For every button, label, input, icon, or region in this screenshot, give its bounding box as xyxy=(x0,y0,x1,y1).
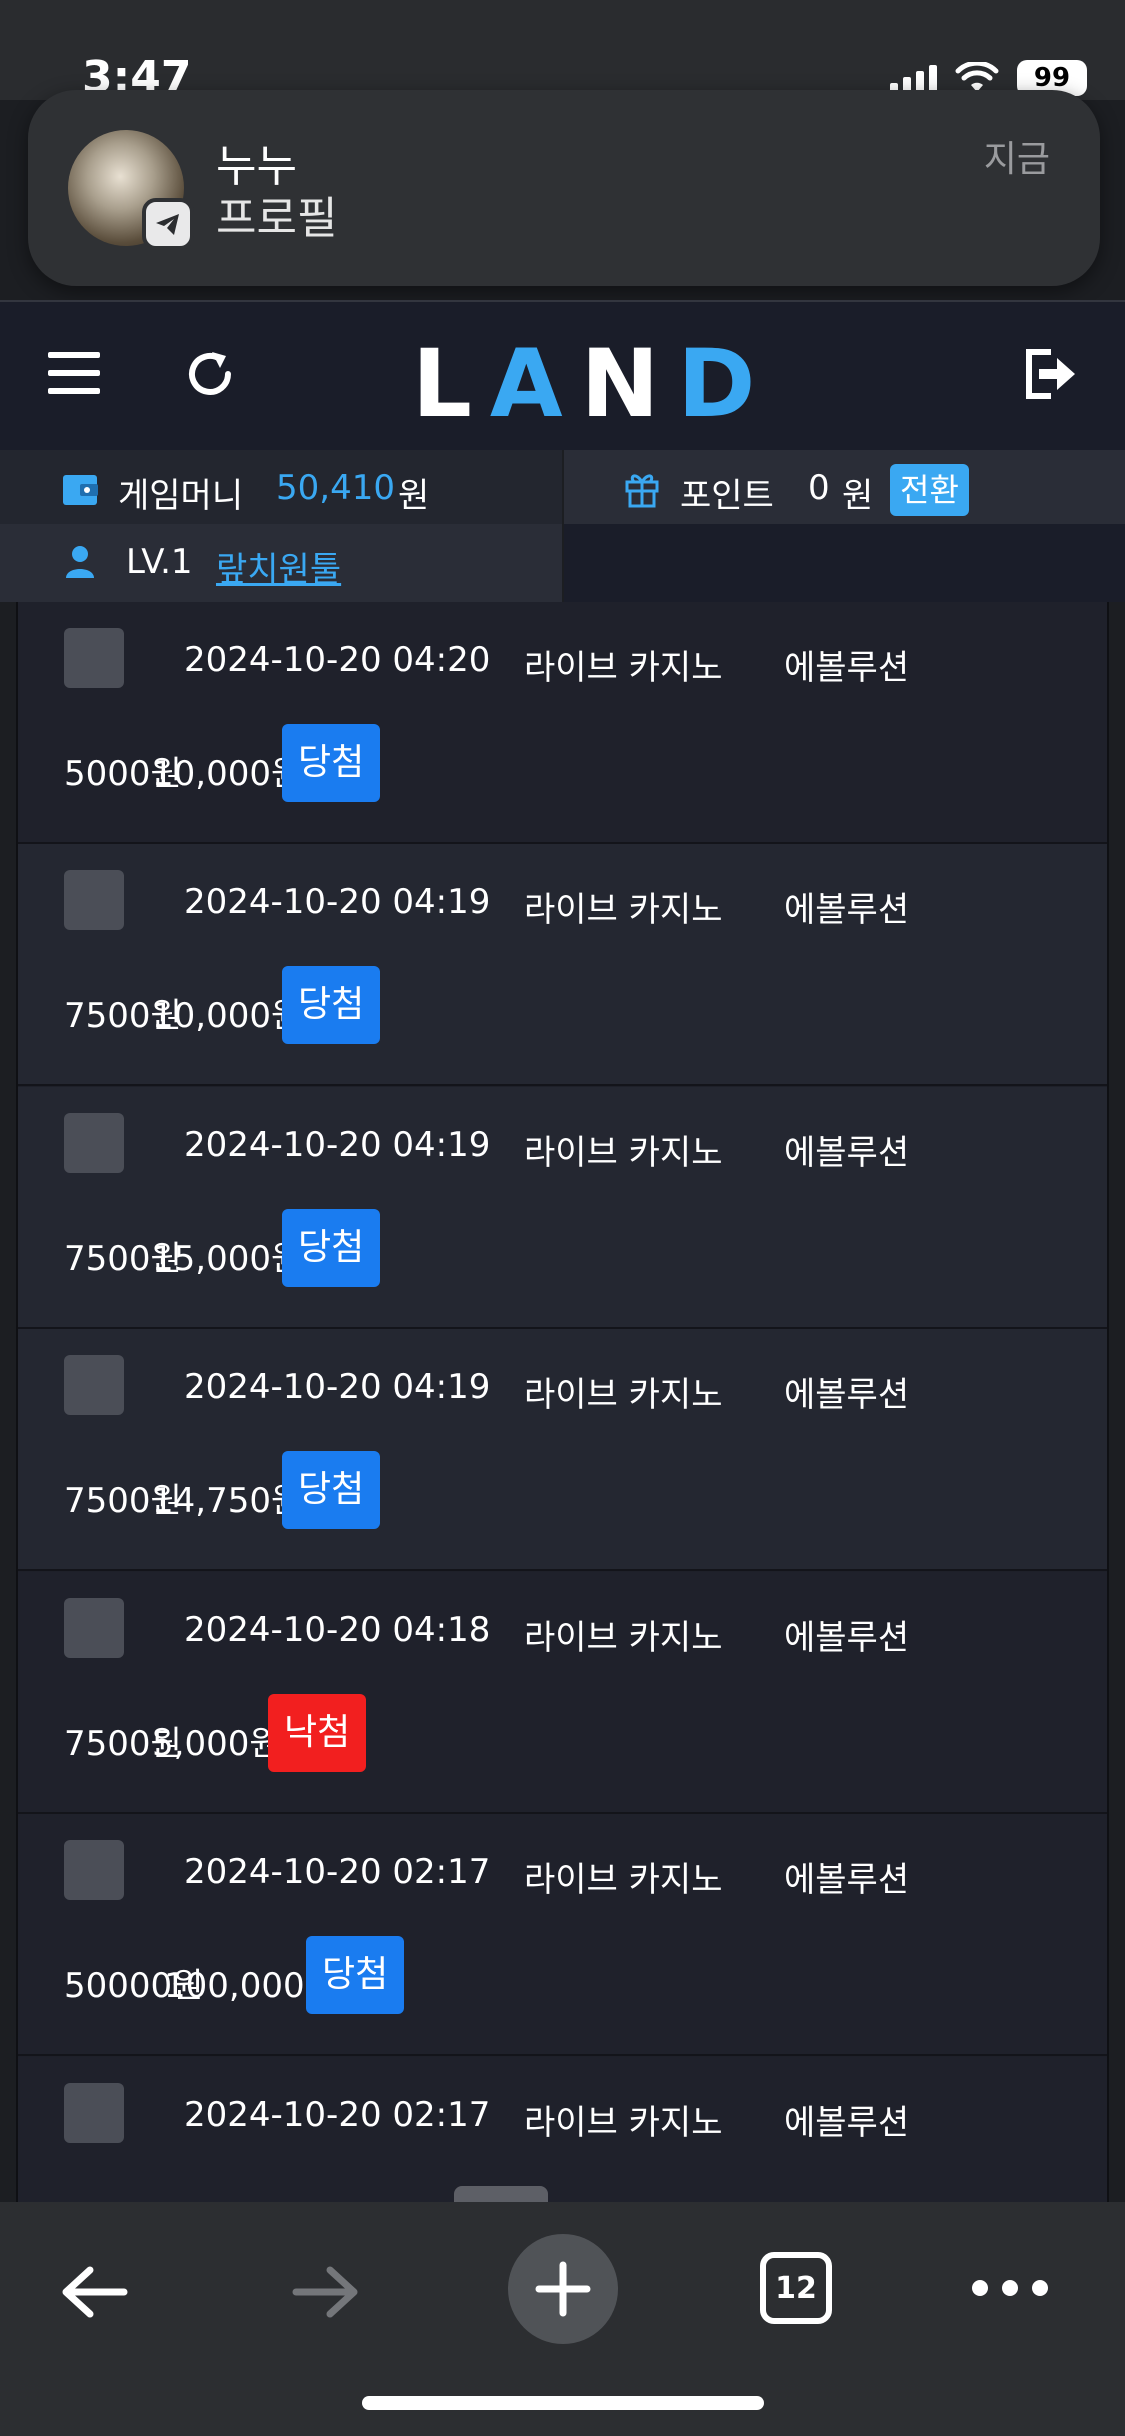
back-arrow-icon[interactable] xyxy=(58,2262,130,2322)
cellular-signal-icon xyxy=(890,63,937,93)
level-panel: LV.1 랖치원툴 xyxy=(0,524,562,602)
logout-icon[interactable] xyxy=(1021,346,1077,402)
bet-game-type: 라이브 카지노 xyxy=(524,1618,723,1658)
game-money-panel: 게임머니 50,410 원 xyxy=(0,450,562,530)
row-checkbox[interactable] xyxy=(64,628,124,688)
game-money-value: 50,410 xyxy=(276,468,395,508)
row-checkbox[interactable] xyxy=(64,1355,124,1415)
bet-provider: 에볼루션 xyxy=(784,890,910,930)
table-row[interactable]: 2024-10-20 04:20 라이브 카지노 에볼루션 5000원 10,000원 당… xyxy=(18,602,1107,844)
game-money-label: 게임머니 xyxy=(118,476,244,516)
level-right-empty xyxy=(564,524,1125,602)
table-row[interactable]: 2024-10-20 04:19 라이브 카지노 에볼루션 7500원 15,000원 당… xyxy=(18,1087,1107,1329)
telegram-icon xyxy=(142,198,194,250)
more-icon[interactable] xyxy=(972,2280,1048,2296)
table-row[interactable]: 2024-10-20 02:17 라이브 카지노 에볼루션 50000원 100,000… xyxy=(18,1814,1107,2056)
win-amount: 15,000원 xyxy=(152,1239,303,1279)
bet-date: 2024-10-20 04:19 xyxy=(184,1125,491,1165)
result-badge: 당첨 xyxy=(282,1451,381,1529)
wallet-row: 게임머니 50,410 원 포인트 0 원 전환 xyxy=(0,450,1125,530)
forward-arrow-icon[interactable] xyxy=(290,2262,362,2322)
result-badge: 당첨 xyxy=(282,1209,381,1287)
notification-banner[interactable]: 누누 프로필 지금 xyxy=(28,90,1100,286)
row-checkbox[interactable] xyxy=(64,1113,124,1173)
points-unit: 원 xyxy=(842,476,874,516)
level-label: LV.1 xyxy=(126,542,193,582)
bet-game-type: 라이브 카지노 xyxy=(524,1375,723,1415)
game-money-unit: 원 xyxy=(398,476,430,516)
bet-provider: 에볼루션 xyxy=(784,1618,910,1658)
bet-date: 2024-10-20 04:19 xyxy=(184,882,491,922)
table-row[interactable]: 2024-10-20 04:19 라이브 카지노 에볼루션 7500원 14,750원 당… xyxy=(18,1329,1107,1571)
bet-provider: 에볼루션 xyxy=(784,648,910,688)
win-amount: 5,000원 xyxy=(152,1724,281,1764)
result-badge: 당첨 xyxy=(282,724,381,802)
bet-date: 2024-10-20 02:17 xyxy=(184,2095,491,2135)
points-panel: 포인트 0 원 xyxy=(564,450,1125,530)
user-icon xyxy=(66,546,94,578)
bet-date: 2024-10-20 04:19 xyxy=(184,1367,491,1407)
new-tab-button[interactable] xyxy=(508,2234,618,2344)
bet-provider: 에볼루션 xyxy=(784,1375,910,1415)
bet-date: 2024-10-20 04:18 xyxy=(184,1610,491,1650)
row-checkbox[interactable] xyxy=(64,870,124,930)
result-badge: 당첨 xyxy=(282,966,381,1044)
tab-count-button[interactable]: 12 xyxy=(760,2252,832,2324)
win-amount: 10,000원 xyxy=(152,754,303,794)
home-indicator[interactable] xyxy=(362,2396,764,2410)
menu-icon[interactable] xyxy=(48,352,100,394)
bet-date: 2024-10-20 04:20 xyxy=(184,640,491,680)
bet-provider: 에볼루션 xyxy=(784,1860,910,1900)
bet-game-type: 라이브 카지노 xyxy=(524,1860,723,1900)
wallet-icon xyxy=(63,475,98,505)
bet-game-type: 라이브 카지노 xyxy=(524,890,723,930)
level-row: LV.1 랖치원툴 xyxy=(0,524,1125,604)
result-badge: 낙첨 xyxy=(268,1694,367,1772)
bet-history-list[interactable]: 2024-10-20 04:20 라이브 카지노 에볼루션 5000원 10,000원 당… xyxy=(16,602,1109,2202)
win-amount: 14,750원 xyxy=(152,1481,303,1521)
convert-button[interactable]: 전환 xyxy=(890,464,969,516)
status-bar: 3:47 99 xyxy=(0,0,1125,103)
username-link[interactable]: 랖치원툴 xyxy=(216,542,341,591)
table-row[interactable]: 2024-10-20 02:17 라이브 카지노 에볼루션 xyxy=(18,2057,1107,2202)
plus-icon xyxy=(535,2261,591,2317)
app-header: LAND xyxy=(0,300,1125,450)
bet-game-type: 라이브 카지노 xyxy=(524,648,723,688)
logo: LAND xyxy=(412,330,774,439)
row-checkbox[interactable] xyxy=(64,2083,124,2143)
notification-time: 지금 xyxy=(983,139,1050,180)
points-label: 포인트 xyxy=(680,476,774,516)
notification-subtitle: 프로필 xyxy=(216,193,338,244)
bet-date: 2024-10-20 02:17 xyxy=(184,1852,491,1892)
row-checkbox[interactable] xyxy=(64,1840,124,1900)
bet-game-type: 라이브 카지노 xyxy=(524,1133,723,1173)
bet-game-type: 라이브 카지노 xyxy=(524,2103,723,2143)
gift-icon xyxy=(625,474,659,508)
table-row[interactable]: 2024-10-20 04:19 라이브 카지노 에볼루션 7500원 10,000원 당… xyxy=(18,844,1107,1086)
refresh-icon[interactable] xyxy=(182,346,238,402)
win-amount: 10,000원 xyxy=(152,996,303,1036)
row-checkbox[interactable] xyxy=(64,1598,124,1658)
result-badge: 당첨 xyxy=(306,1936,405,2014)
points-value: 0 xyxy=(808,468,830,508)
bet-provider: 에볼루션 xyxy=(784,1133,910,1173)
table-row[interactable]: 2024-10-20 04:18 라이브 카지노 에볼루션 7500원 5,000원 낙첨 xyxy=(18,1572,1107,1814)
bet-provider: 에볼루션 xyxy=(784,2103,910,2143)
